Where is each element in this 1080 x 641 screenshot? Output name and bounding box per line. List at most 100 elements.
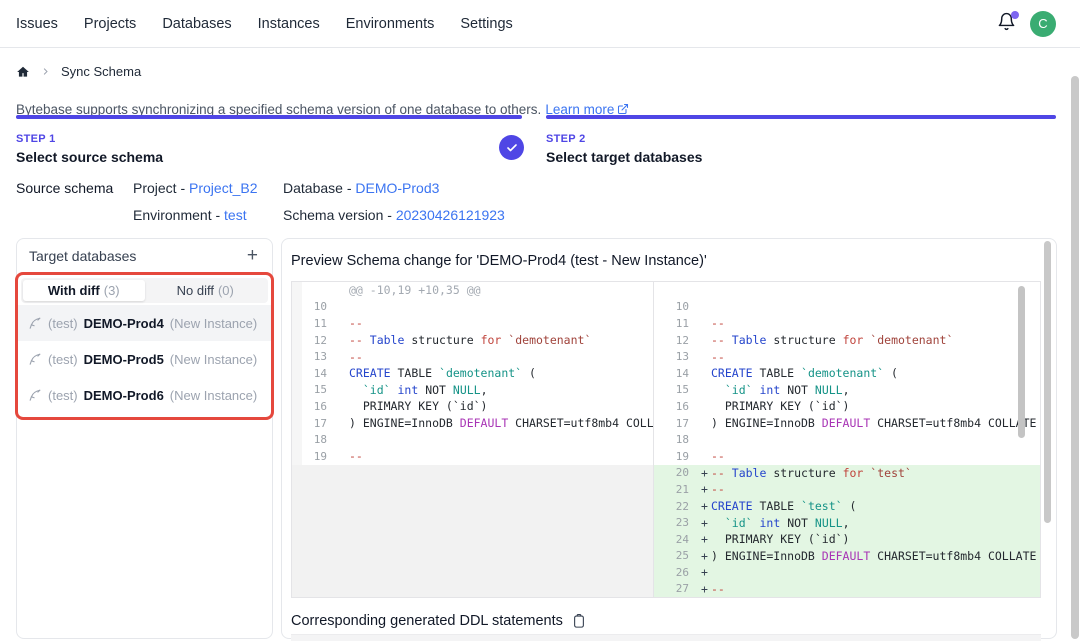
- code-token: ) ENGINE=InnoDB: [711, 549, 822, 563]
- code-token: DEFAULT: [460, 416, 508, 430]
- diff-row: 23+ `id` int NOT NULL,: [654, 514, 1040, 531]
- copy-ddl-button[interactable]: [572, 613, 586, 629]
- code-token: for: [481, 333, 502, 347]
- source-field-link[interactable]: 20230426121923: [396, 207, 505, 223]
- diff-code: `id` int NOT NULL,: [711, 383, 1040, 397]
- diff-code: ) ENGINE=InnoDB DEFAULT CHARSET=utf8mb4 …: [711, 549, 1040, 563]
- source-field: Environment - test: [133, 207, 283, 223]
- database-environment: (test): [48, 388, 78, 403]
- source-field-prefix: Project -: [133, 180, 189, 196]
- code-token: PRIMARY KEY (`id`): [349, 399, 487, 413]
- diff-row: 13--: [654, 348, 1040, 365]
- code-token: int: [760, 383, 781, 397]
- step-1-title: Select source schema: [16, 149, 522, 165]
- diff-row: 14CREATE TABLE `demotenant` (: [654, 365, 1040, 382]
- target-database-item[interactable]: (test)DEMO-Prod6(New Instance): [18, 377, 271, 413]
- diff-row: 11--: [292, 315, 653, 332]
- chevron-right-icon: [41, 67, 50, 76]
- diff-add-marker: +: [698, 532, 711, 546]
- code-token: for: [843, 466, 864, 480]
- code-token: `demotenant`: [439, 366, 522, 380]
- nav-item-projects[interactable]: Projects: [84, 16, 136, 32]
- notifications-button[interactable]: [995, 13, 1017, 35]
- diff-code: --: [349, 449, 653, 463]
- diff-code: ) ENGINE=InnoDB DEFAULT CHARSET=utf8mb4 …: [711, 416, 1040, 430]
- code-token: (: [522, 366, 536, 380]
- code-token: int: [760, 516, 781, 530]
- diff-line-number: 10: [654, 300, 698, 313]
- diff-code: PRIMARY KEY (`id`): [711, 399, 1040, 413]
- page-scrollbar[interactable]: [1071, 76, 1079, 639]
- external-link-icon: [617, 103, 629, 115]
- tab-with-diff[interactable]: With diff(3): [23, 280, 145, 301]
- database-note: (New Instance): [170, 352, 257, 367]
- database-environment: (test): [48, 352, 78, 367]
- diff-line-number: 16: [654, 400, 698, 413]
- code-token: ,: [843, 516, 850, 530]
- mysql-dolphin-icon: [27, 316, 42, 331]
- notification-dot: [1011, 11, 1019, 19]
- target-database-item[interactable]: (test)DEMO-Prod4(New Instance): [18, 305, 271, 341]
- diff-add-marker: +: [698, 466, 711, 480]
- diff-code: `id` int NOT NULL,: [711, 516, 1040, 530]
- diff-code: --: [349, 350, 653, 364]
- check-icon: [506, 142, 518, 154]
- step-1: STEP 1 Select source schema: [16, 115, 522, 165]
- source-field-link[interactable]: test: [224, 207, 247, 223]
- diff-row: 26+: [654, 564, 1040, 581]
- source-field: Project - Project_B2: [133, 180, 283, 196]
- tab-count: (0): [218, 283, 234, 298]
- code-token: structure: [766, 466, 842, 480]
- diff-code: --: [711, 350, 1040, 364]
- code-token: Table: [732, 466, 767, 480]
- diff-row: 13--: [292, 348, 653, 365]
- ddl-label: Corresponding generated DDL statements: [291, 613, 563, 629]
- preview-panel-scrollbar[interactable]: [1044, 241, 1051, 523]
- tab-no-diff[interactable]: No diff(0): [145, 280, 267, 301]
- diff-code: -- Table structure for `test`: [711, 466, 1040, 480]
- nav-item-environments[interactable]: Environments: [346, 16, 435, 32]
- database-note: (New Instance): [170, 388, 257, 403]
- diff-hunk-row: @@ -10,19 +10,35 @@: [292, 282, 653, 299]
- diff-filter-tabs: With diff(3)No diff(0): [21, 278, 268, 303]
- avatar[interactable]: C: [1030, 11, 1056, 37]
- diff-row: 11--: [654, 315, 1040, 332]
- code-token: CREATE: [711, 366, 753, 380]
- nav-item-instances[interactable]: Instances: [258, 16, 320, 32]
- code-token: `demotenant`: [801, 366, 884, 380]
- diff-code: --: [711, 582, 1040, 596]
- main-nav: Issues Projects Databases Instances Environm…: [16, 16, 513, 32]
- code-token: --: [711, 582, 725, 596]
- add-target-database-button[interactable]: +: [245, 249, 260, 263]
- source-field: Database - DEMO-Prod3: [283, 180, 505, 196]
- home-icon[interactable]: [16, 65, 30, 79]
- code-token: --: [349, 449, 363, 463]
- diff-line-number: 14: [292, 367, 336, 380]
- target-database-item[interactable]: (test)DEMO-Prod5(New Instance): [18, 341, 271, 377]
- diff-editor-scrollbar[interactable]: [1018, 286, 1025, 438]
- diff-code: `id` int NOT NULL,: [349, 383, 653, 397]
- diff-line-number: 11: [654, 317, 698, 330]
- nav-item-issues[interactable]: Issues: [16, 16, 58, 32]
- tab-label: With diff: [48, 283, 100, 298]
- diff-code: --: [349, 316, 653, 330]
- database-name: DEMO-Prod4: [84, 316, 164, 331]
- code-token: [711, 516, 725, 530]
- diff-line-number: 17: [292, 417, 336, 430]
- source-field-link[interactable]: DEMO-Prod3: [355, 180, 439, 196]
- step-2-progress-bar: [546, 115, 1056, 119]
- diff-code: -- Table structure for `demotenant`: [711, 333, 1040, 347]
- nav-item-settings[interactable]: Settings: [460, 16, 512, 32]
- code-token: [349, 383, 363, 397]
- diff-row: 18: [654, 431, 1040, 448]
- diff-row: 21+--: [654, 481, 1040, 498]
- diff-add-marker: +: [698, 516, 711, 530]
- diff-line-number: 12: [292, 334, 336, 347]
- nav-item-databases[interactable]: Databases: [162, 16, 231, 32]
- code-token: `test`: [870, 466, 912, 480]
- source-field-link[interactable]: Project_B2: [189, 180, 257, 196]
- diff-row: 17) ENGINE=InnoDB DEFAULT CHARSET=utf8mb…: [292, 415, 653, 432]
- diff-row: 22+CREATE TABLE `test` (: [654, 498, 1040, 515]
- diff-row: 16 PRIMARY KEY (`id`): [654, 398, 1040, 415]
- diff-line-number: 23: [654, 516, 698, 529]
